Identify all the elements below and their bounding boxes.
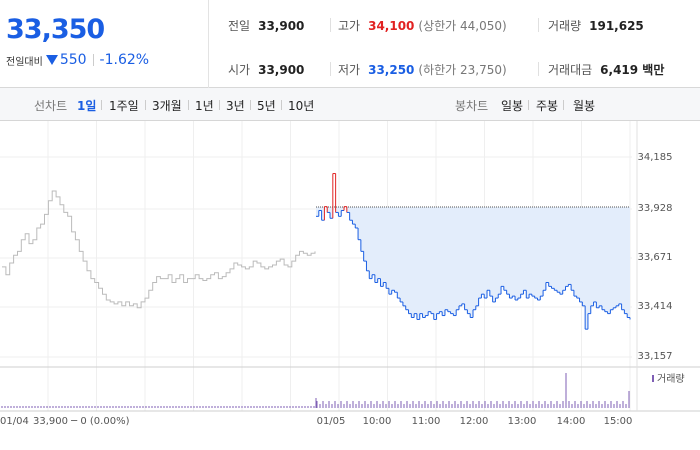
stat-volume: 거래량 191,625 (548, 19, 644, 33)
volume-legend-swatch (652, 375, 654, 382)
divider (281, 100, 282, 110)
x-tick-label: 01/05 (317, 416, 346, 427)
x-axis-labels: 01/04 33,900 ─ 0 (0.00%) 01/05 10:00 11:… (0, 416, 632, 427)
tab-10y[interactable]: 10년 (288, 97, 314, 114)
x-tick-label: 15:00 (604, 416, 633, 427)
y-tick-label: 33,157 (638, 351, 673, 362)
x-tick-label: 14:00 (557, 416, 586, 427)
tab-1y[interactable]: 1년 (195, 97, 214, 114)
y-tick-label: 33,671 (638, 252, 673, 263)
change-label: 전일대비 (6, 56, 43, 68)
divider (188, 100, 189, 110)
volume-legend: 거래량 (652, 373, 685, 385)
divider (538, 62, 539, 76)
y-tick-label: 33,928 (638, 203, 673, 214)
y-tick-label: 33,414 (638, 301, 673, 312)
x-tick-label: 11:00 (412, 416, 441, 427)
divider (145, 100, 146, 110)
divider (330, 18, 331, 32)
prev-day-summary: 33,900 ─ 0 (0.00%) (33, 416, 130, 427)
current-price-box: 33,350 전일대비 550 -1.62% (0, 0, 209, 88)
price-summary: 33,350 전일대비 550 -1.62% 전일 33,900 고가 34,100… (0, 0, 700, 88)
x-tick-label: 10:00 (363, 416, 392, 427)
divider (219, 100, 220, 110)
divider (330, 62, 331, 76)
stat-prev-close: 전일 33,900 (228, 19, 305, 33)
tab-3m[interactable]: 3개월 (152, 97, 182, 114)
tab-monthly-candle[interactable]: 월봉 (573, 97, 595, 114)
tab-daily-candle[interactable]: 일봉 (501, 97, 523, 114)
tab-1w[interactable]: 1주일 (109, 97, 139, 114)
stat-trade-value: 거래대금 6,419 백만 (548, 63, 665, 77)
tab-weekly-candle[interactable]: 주봉 (536, 97, 558, 114)
volume-legend-label: 거래량 (657, 373, 685, 385)
divider (101, 100, 102, 110)
x-tick-label: 12:00 (460, 416, 489, 427)
line-chart-label: 선차트 (34, 99, 68, 113)
tab-1d[interactable]: 1일 (77, 97, 96, 114)
divider (528, 100, 529, 110)
divider (563, 100, 564, 110)
divider (538, 18, 539, 32)
period-tabs: 선차트 1일 1주일 3개월 1년 3년 5년 10년 봉차트 일봉 주봉 월봉 (0, 88, 700, 121)
x-tick-label: 13:00 (508, 416, 537, 427)
change-amount: 550 (59, 52, 87, 68)
stat-low: 저가 33,250 (하한가 23,750) (338, 63, 507, 77)
current-price: 33,350 (6, 14, 105, 45)
y-tick-label: 34,185 (638, 152, 673, 163)
stat-open: 시가 33,900 (228, 63, 305, 77)
down-arrow-icon (45, 55, 58, 65)
tab-5y[interactable]: 5년 (257, 97, 276, 114)
change-percent: -1.62% (99, 52, 150, 68)
tab-3y[interactable]: 3년 (226, 97, 245, 114)
change-row: 전일대비 550 -1.62% (6, 52, 149, 68)
candle-chart-label: 봉차트 (455, 99, 489, 113)
stat-high: 고가 34,100 (상한가 44,050) (338, 19, 507, 33)
prev-day-date-label: 01/04 (0, 416, 29, 427)
divider (250, 100, 251, 110)
intraday-price-chart: 34,185 33,928 33,671 33,414 33,157 거래량 0… (0, 121, 700, 427)
divider (92, 54, 94, 66)
